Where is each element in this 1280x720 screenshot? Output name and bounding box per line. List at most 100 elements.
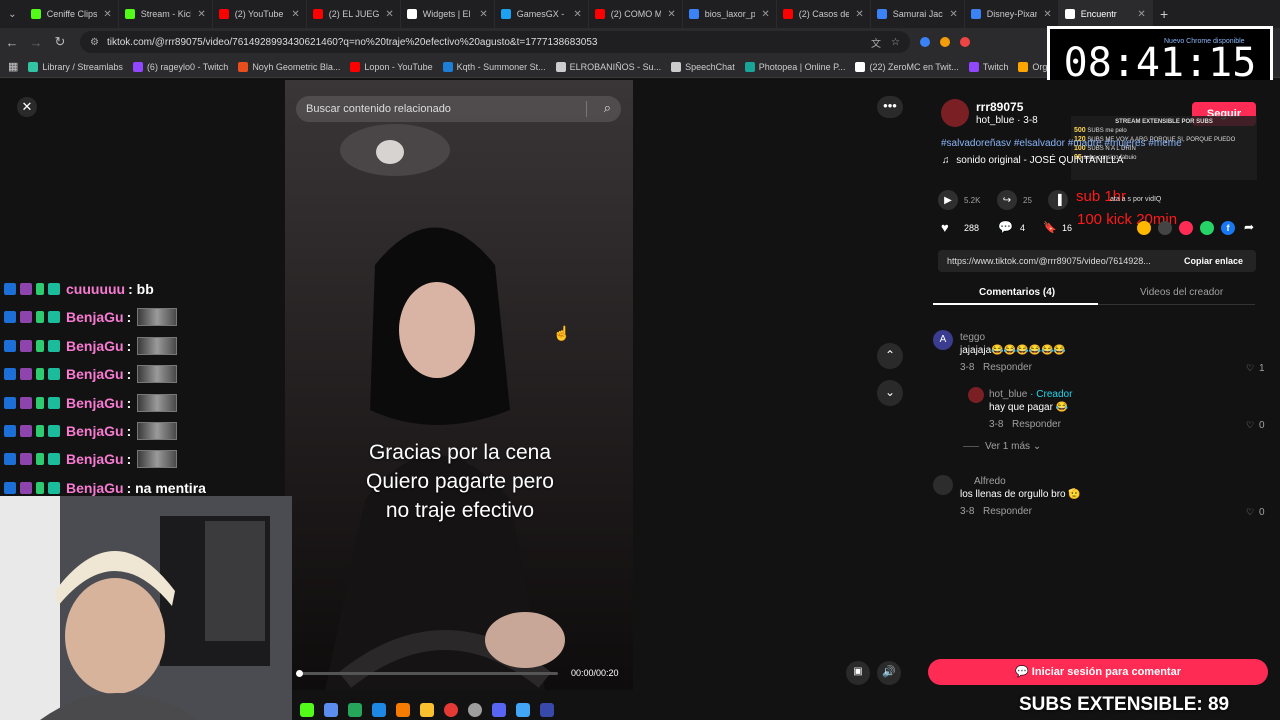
taskbar-app-icon[interactable] <box>420 703 434 717</box>
share-facebook-icon[interactable]: f <box>1221 221 1235 235</box>
browser-tab[interactable]: GamesGX - ✕ <box>495 0 589 28</box>
apps-icon[interactable]: ▦ <box>8 60 18 73</box>
extension-icon[interactable] <box>960 37 970 47</box>
back-icon[interactable]: ← <box>0 35 24 50</box>
forward-icon[interactable]: → <box>24 35 48 50</box>
like-icon[interactable]: ♥ <box>941 220 949 235</box>
taskbar-chrome-icon[interactable] <box>444 703 458 717</box>
close-icon[interactable]: ✕ <box>667 9 675 20</box>
save-icon[interactable]: 🔖 <box>1043 221 1057 234</box>
translate-icon[interactable]: 文 <box>871 35 881 50</box>
volume-icon[interactable]: 🔊 <box>877 661 901 685</box>
comment-user[interactable]: Alfredo <box>974 476 1006 487</box>
picture-in-picture-icon[interactable]: ▣ <box>846 661 870 685</box>
extension-icon[interactable] <box>940 37 950 47</box>
close-icon[interactable]: ✕ <box>385 9 393 20</box>
share-embed-icon[interactable] <box>1137 221 1151 235</box>
video-progress-thumb[interactable] <box>296 670 303 677</box>
bookmark-item[interactable]: Library / Streamlabs <box>28 61 123 72</box>
author-avatar[interactable] <box>941 99 969 127</box>
share-whatsapp-icon[interactable] <box>1200 221 1214 235</box>
taskbar-app-icon[interactable] <box>324 703 338 717</box>
browser-tab[interactable]: Widgets | El ✕ <box>401 0 495 28</box>
share-more-icon[interactable]: ➦ <box>1244 220 1254 234</box>
bookmark-item[interactable]: (6) rageylo0 - Twitch <box>132 61 228 72</box>
next-video-button[interactable]: ⌄ <box>877 380 903 406</box>
bookmark-item[interactable]: (22) ZeroMC en Twit... <box>855 61 959 72</box>
bookmark-item[interactable]: Lopon - YouTube <box>350 61 433 72</box>
hashtags[interactable]: #salvadoreñasv #elsalvador #madre #mujer… <box>941 138 1182 149</box>
reply-button[interactable]: Responder <box>983 362 1032 373</box>
browser-tab[interactable]: Encuentr ✕ <box>1058 0 1153 28</box>
share-messenger-icon[interactable] <box>1179 221 1193 235</box>
close-icon[interactable]: ✕ <box>1043 9 1051 20</box>
browser-tab[interactable]: (2) COMO M ✕ <box>589 0 683 28</box>
reply-button[interactable]: Responder <box>1012 419 1061 430</box>
browser-tab[interactable]: Ceniffe Clips ✕ <box>25 0 119 28</box>
bookmark-star-icon[interactable]: ☆ <box>891 37 900 48</box>
taskbar-app-icon[interactable] <box>516 703 530 717</box>
comment-user[interactable]: teggo <box>960 332 985 343</box>
video-player[interactable] <box>285 80 633 690</box>
more-options-icon[interactable]: ••• <box>877 96 903 118</box>
login-to-comment-button[interactable]: 💬 Iniciar sesión para comentar <box>928 659 1268 685</box>
new-tab-button[interactable]: + <box>1153 6 1176 22</box>
taskbar-app-icon[interactable] <box>348 703 362 717</box>
close-icon[interactable]: ✕ <box>291 9 299 20</box>
browser-tab[interactable]: Stream - Kick ✕ <box>119 0 213 28</box>
video-progress-track[interactable] <box>296 672 558 675</box>
related-search-input[interactable]: Buscar contenido relacionado ⌕ <box>296 96 621 122</box>
bookmark-item[interactable]: SpeechChat <box>671 61 735 72</box>
tab-comments[interactable]: Comentarios (4) <box>979 287 1055 298</box>
close-icon[interactable]: ✕ <box>573 9 581 20</box>
close-icon[interactable]: ✕ <box>949 9 957 20</box>
comment-like-icon[interactable]: ♡ <box>1246 420 1254 431</box>
comment-like-icon[interactable]: ♡ <box>1246 507 1254 518</box>
close-icon[interactable]: ✕ <box>1137 9 1145 20</box>
bookmark-item[interactable]: Kqth - Summoner St... <box>442 61 546 72</box>
search-icon[interactable]: ⌕ <box>604 100 611 116</box>
close-icon[interactable]: ✕ <box>479 9 487 20</box>
comment-icon[interactable]: 💬 <box>998 220 1013 234</box>
copy-link-button[interactable]: Copiar enlace <box>1184 256 1243 266</box>
taskbar-app-icon[interactable] <box>468 703 482 717</box>
reply-button[interactable]: Responder <box>983 506 1032 517</box>
bookmark-item[interactable]: ELROBANIÑOS - Su... <box>555 61 661 72</box>
comment-avatar[interactable] <box>933 475 953 495</box>
browser-tab[interactable]: (2) Casos de ✕ <box>777 0 871 28</box>
stats-icon[interactable]: ▐ <box>1048 190 1068 210</box>
url-field[interactable]: ⚙ tiktok.com/@rrr89075/video/76149289934… <box>80 31 910 53</box>
close-icon[interactable]: ✕ <box>855 9 863 20</box>
browser-tab[interactable]: Disney-Pixar ✕ <box>965 0 1059 28</box>
taskbar-app-icon[interactable] <box>300 703 314 717</box>
taskbar-app-icon[interactable] <box>396 703 410 717</box>
author-username[interactable]: rrr89075 <box>976 100 1023 114</box>
site-info-icon[interactable]: ⚙ <box>90 37 99 48</box>
comment-avatar[interactable] <box>968 387 984 403</box>
close-icon[interactable]: ✕ <box>761 9 769 20</box>
share-friends-icon[interactable] <box>1158 221 1172 235</box>
bookmark-item[interactable]: Twitch <box>968 61 1008 72</box>
taskbar-app-icon[interactable] <box>372 703 386 717</box>
reload-icon[interactable]: ↻ <box>48 34 72 50</box>
close-icon[interactable]: ✕ <box>197 9 205 20</box>
previous-video-button[interactable]: ⌃ <box>877 343 903 369</box>
browser-tab[interactable]: (2) YouTube ✕ <box>213 0 307 28</box>
extension-icon[interactable] <box>920 37 930 47</box>
comment-avatar[interactable]: A <box>933 330 953 350</box>
bookmark-item[interactable]: Photopea | Online P... <box>744 61 845 72</box>
close-icon[interactable]: ✕ <box>17 97 37 117</box>
taskbar-app-icon[interactable] <box>492 703 506 717</box>
sound-name[interactable]: sonido original - JOSÉ QUINTANILLA <box>956 155 1123 166</box>
bookmark-item[interactable]: Noyh Geometric Bla... <box>238 61 340 72</box>
browser-tab[interactable]: (2) EL JUEGO ✕ <box>307 0 401 28</box>
taskbar-app-icon[interactable] <box>540 703 554 717</box>
comment-user[interactable]: hot_blue · Creador <box>989 389 1072 400</box>
browser-tab[interactable]: Samurai Jack ✕ <box>871 0 965 28</box>
comment-like-icon[interactable]: ♡ <box>1246 363 1254 374</box>
tab-creator-videos[interactable]: Videos del creador <box>1140 287 1223 298</box>
tab-search-icon[interactable]: ⌄ <box>0 9 25 20</box>
close-icon[interactable]: ✕ <box>103 9 111 20</box>
see-more-replies[interactable]: Ver 1 más ⌄ <box>985 441 1041 452</box>
browser-tab[interactable]: bios_laxor_p ✕ <box>683 0 777 28</box>
